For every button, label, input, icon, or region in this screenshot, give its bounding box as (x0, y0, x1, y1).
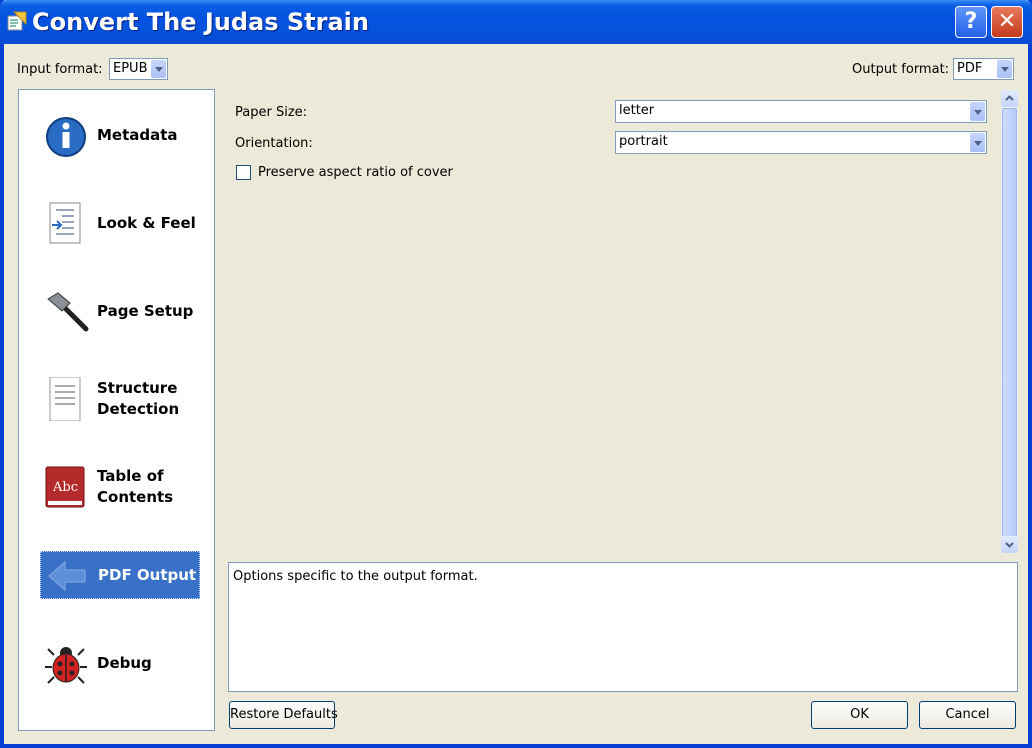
help-button[interactable]: ? (955, 6, 987, 38)
close-button[interactable]: ✕ (991, 6, 1023, 38)
scroll-up-button[interactable] (1001, 90, 1018, 107)
description-text: Options specific to the output format. (233, 569, 478, 584)
hammer-icon (47, 292, 89, 332)
sidebar-item-page-setup[interactable]: Page Setup (40, 287, 200, 335)
output-format-value: PDF (957, 61, 983, 76)
abc-book-icon: Abc (45, 466, 85, 508)
output-format-select[interactable]: PDF (953, 58, 1014, 80)
chevron-down-icon[interactable] (997, 60, 1012, 78)
sidebar-item-look-and-feel[interactable]: Look & Feel (40, 199, 200, 247)
ok-button[interactable]: OK (811, 701, 908, 729)
options-scrollbar[interactable] (1001, 90, 1018, 553)
input-format-select[interactable]: EPUB (109, 58, 168, 80)
dialog-client-area: Input format: EPUB Output format: PDF Me… (4, 44, 1028, 744)
sidebar-item-label: Debug (97, 654, 152, 672)
paper-size-select[interactable]: letter (615, 100, 987, 123)
preserve-aspect-label[interactable]: Preserve aspect ratio of cover (258, 165, 453, 180)
input-format-label: Input format: (17, 62, 103, 77)
chevron-down-icon[interactable] (970, 133, 985, 152)
chevron-down-icon[interactable] (151, 60, 166, 78)
document-indent-icon (49, 202, 81, 244)
sidebar-item-debug[interactable]: Debug (40, 639, 200, 687)
title-bar[interactable]: Convert The Judas Strain ? ✕ (0, 0, 1032, 44)
scrollbar-thumb[interactable] (1002, 108, 1017, 538)
ladybug-icon (45, 647, 87, 684)
orientation-label: Orientation: (235, 136, 313, 151)
orientation-value: portrait (619, 134, 668, 149)
cancel-button[interactable]: Cancel (919, 701, 1016, 729)
chevron-down-icon (1005, 542, 1014, 548)
sidebar-item-label: Page Setup (97, 302, 194, 320)
sidebar-item-label: Metadata (97, 126, 178, 144)
window-title: Convert The Judas Strain (32, 8, 369, 36)
convert-dialog: Convert The Judas Strain ? ✕ Input forma… (0, 0, 1032, 748)
svg-text:Abc: Abc (52, 480, 78, 495)
output-options-panel: Paper Size: letter Orientation: portrait… (224, 90, 1014, 550)
output-format-label: Output format: (852, 62, 950, 77)
orientation-select[interactable]: portrait (615, 131, 987, 154)
back-arrow-icon (48, 560, 86, 592)
chevron-up-icon (1005, 95, 1014, 101)
preserve-aspect-checkbox[interactable] (236, 165, 251, 180)
sidebar: Metadata Look & Feel Page Setup Structur… (18, 89, 215, 731)
chevron-down-icon[interactable] (970, 102, 985, 121)
document-lines-icon (49, 377, 81, 421)
paper-size-value: letter (619, 103, 655, 118)
info-icon (46, 117, 86, 157)
sidebar-item-pdf-output[interactable]: PDF Output (40, 551, 200, 599)
sidebar-item-label: PDF Output (98, 566, 197, 584)
sidebar-item-table-of-contents[interactable]: Abc Table of Contents (40, 463, 200, 511)
sidebar-item-label: Table of Contents (97, 467, 174, 506)
sidebar-item-label: Look & Feel (97, 214, 196, 232)
restore-defaults-button[interactable]: Restore Defaults (229, 701, 338, 729)
paper-size-label: Paper Size: (235, 105, 308, 120)
input-format-value: EPUB (113, 61, 148, 76)
sidebar-item-structure-detection[interactable]: Structure Detection (40, 375, 200, 423)
description-box: Options specific to the output format. (228, 562, 1018, 692)
sidebar-item-label: Structure Detection (97, 379, 180, 418)
app-icon (7, 11, 27, 31)
scroll-down-button[interactable] (1001, 536, 1018, 553)
sidebar-item-metadata[interactable]: Metadata (40, 111, 200, 159)
